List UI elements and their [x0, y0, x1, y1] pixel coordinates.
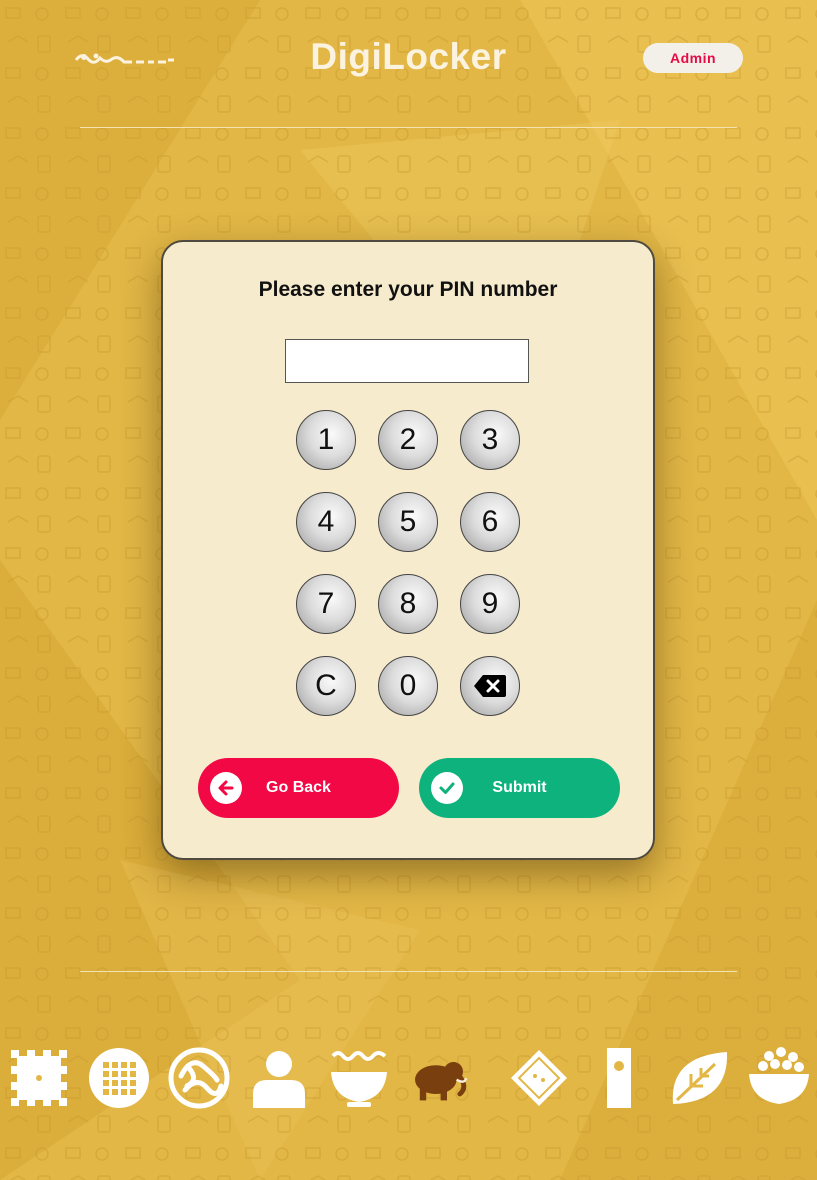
keypad-key-8[interactable]: 8: [378, 574, 438, 634]
snack-bar-icon[interactable]: [587, 1046, 651, 1110]
header-divider: [80, 127, 737, 128]
keypad-key-3[interactable]: 3: [460, 410, 520, 470]
admin-button[interactable]: Admin: [643, 43, 743, 73]
waffle-icon[interactable]: [87, 1046, 151, 1110]
submit-button[interactable]: Submit: [419, 758, 620, 818]
person-icon[interactable]: [247, 1046, 311, 1110]
cracker-icon[interactable]: [7, 1046, 71, 1110]
keypad-key-backspace[interactable]: [460, 656, 520, 716]
keypad-key-0[interactable]: 0: [378, 656, 438, 716]
arrow-left-icon: [210, 772, 242, 804]
biscuit-icon[interactable]: [507, 1046, 571, 1110]
checkmark-icon: [431, 772, 463, 804]
noodles-icon[interactable]: [167, 1046, 231, 1110]
backspace-icon: [474, 675, 506, 697]
keypad-key-7[interactable]: 7: [296, 574, 356, 634]
keypad-key-4[interactable]: 4: [296, 492, 356, 552]
pin-dialog: Please enter your PIN number 1 2 3 4 5 6…: [161, 240, 655, 860]
mammoth-icon[interactable]: [407, 1046, 471, 1110]
keypad-key-6[interactable]: 6: [460, 492, 520, 552]
pin-input[interactable]: [285, 339, 529, 383]
keypad-key-clear[interactable]: C: [296, 656, 356, 716]
go-back-button[interactable]: Go Back: [198, 758, 399, 818]
go-back-label: Go Back: [266, 779, 331, 796]
keypad-key-5[interactable]: 5: [378, 492, 438, 552]
soup-bowl-icon[interactable]: [327, 1046, 391, 1110]
footer-divider: [80, 971, 737, 972]
keypad-key-9[interactable]: 9: [460, 574, 520, 634]
submit-label: Submit: [492, 779, 547, 796]
keypad-key-2[interactable]: 2: [378, 410, 438, 470]
keypad-key-1[interactable]: 1: [296, 410, 356, 470]
leaf-icon[interactable]: [667, 1046, 731, 1110]
pin-prompt: Please enter your PIN number: [258, 278, 558, 301]
rice-bowl-icon[interactable]: [747, 1046, 811, 1110]
